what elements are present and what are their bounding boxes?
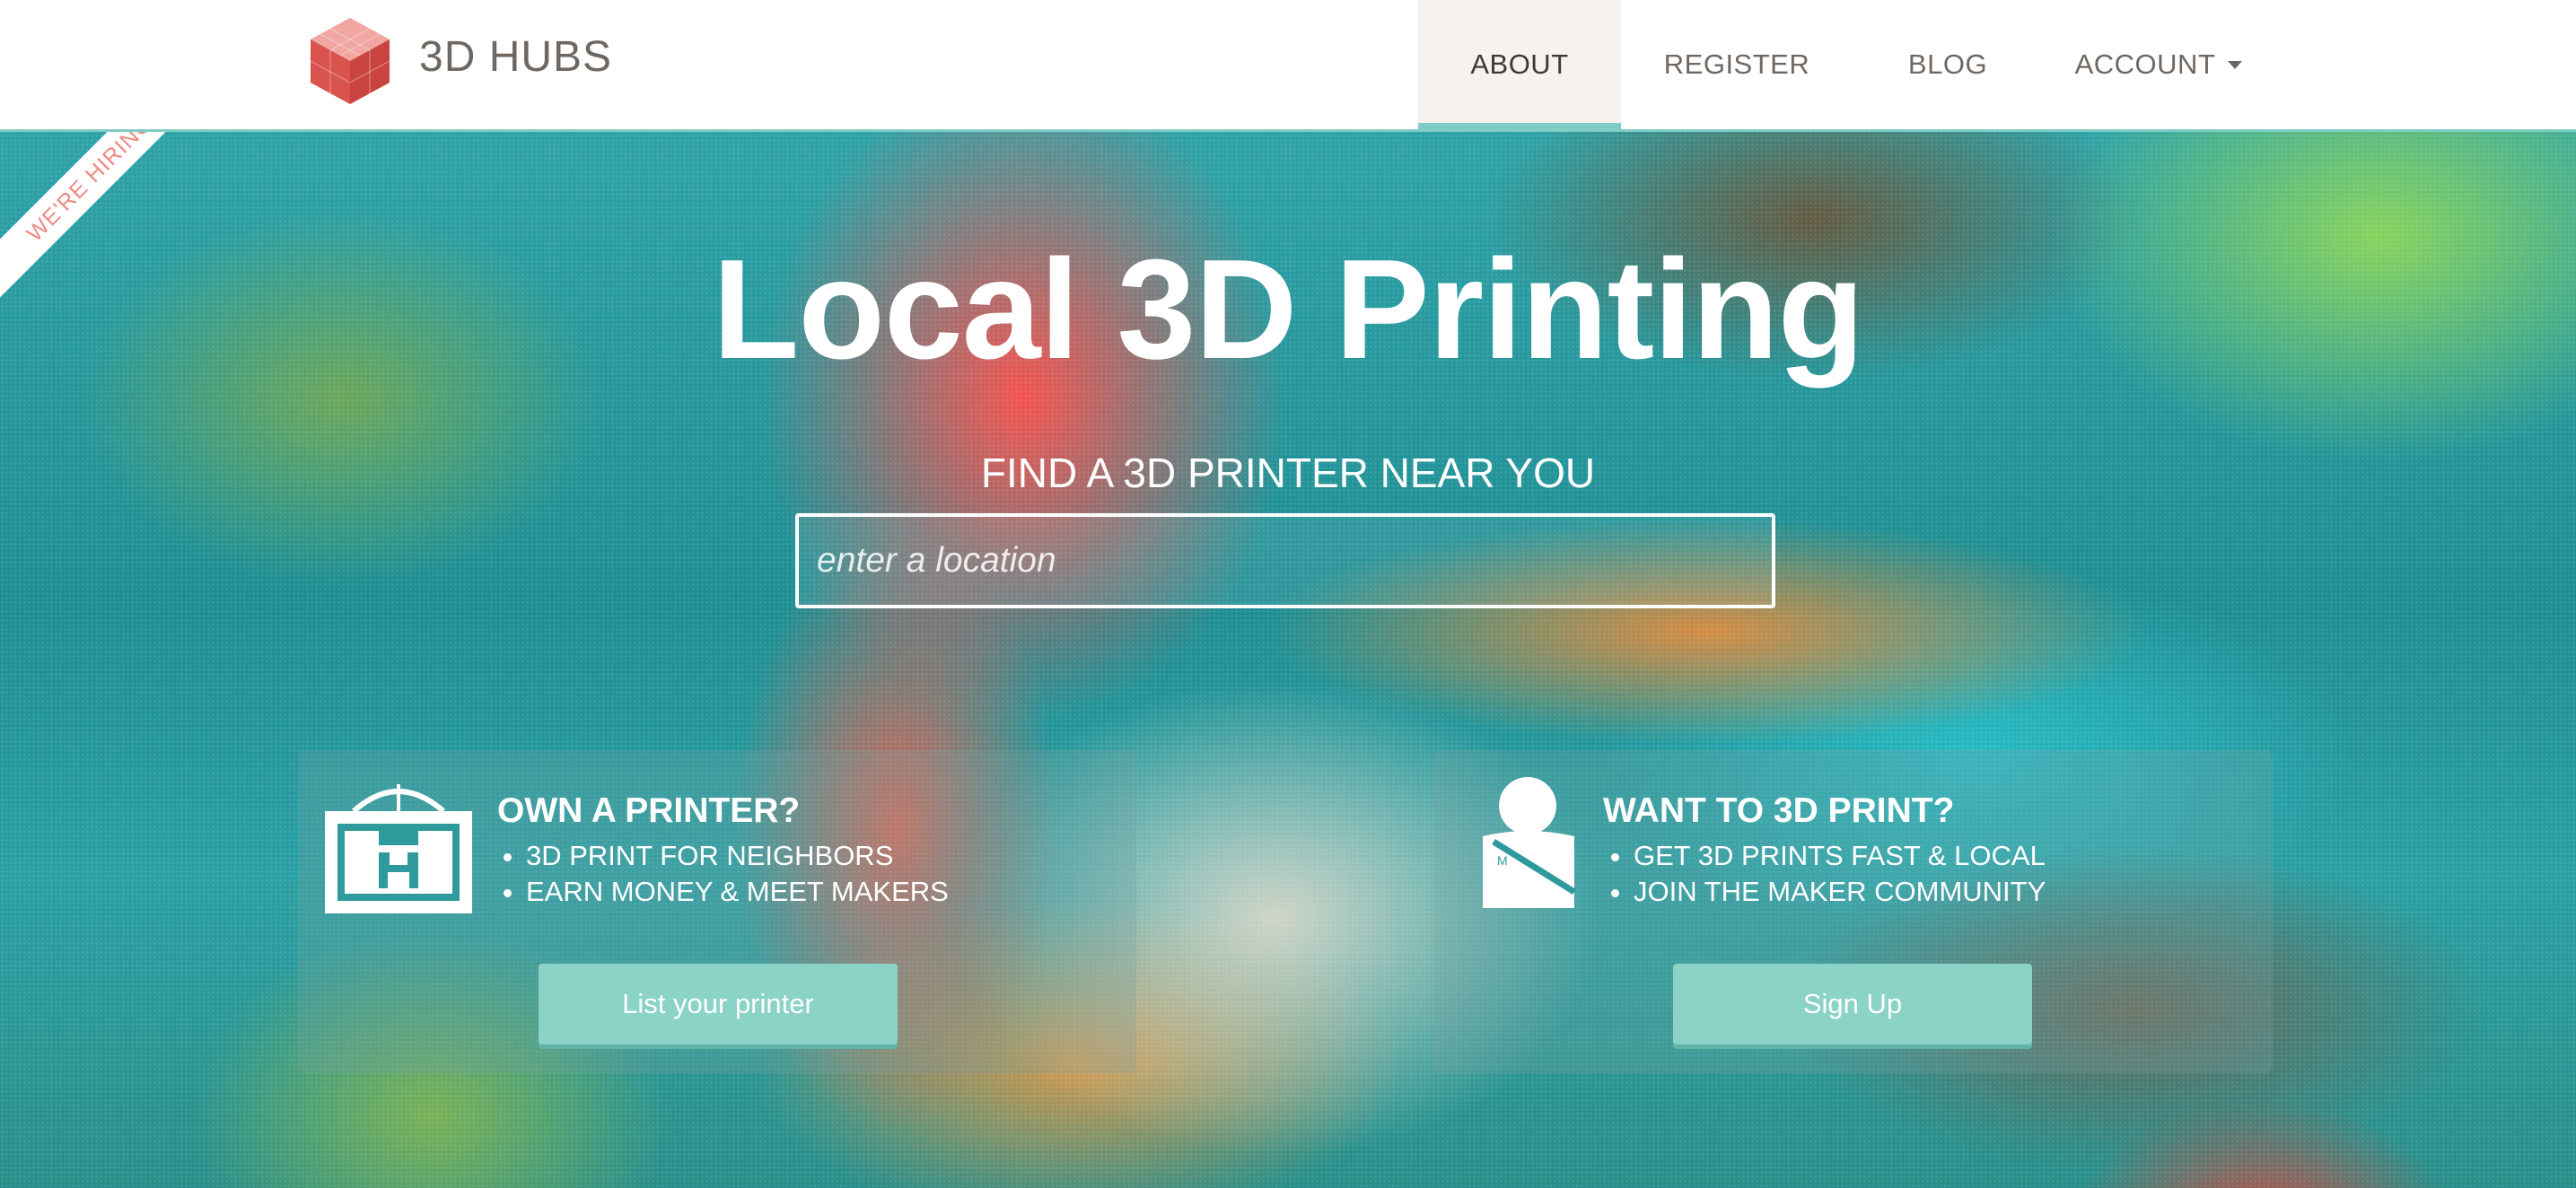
nav-account-dropdown[interactable]: ACCOUNT [2055, 0, 2262, 129]
maker-person-icon: M [1483, 777, 1576, 908]
list-item: JOIN THE MAKER COMMUNITY [1634, 874, 2046, 910]
printer-icon [325, 784, 472, 913]
feature-list: GET 3D PRINTS FAST & LOCAL JOIN THE MAKE… [1603, 838, 2046, 910]
hero-title: Local 3D Printing [712, 231, 1864, 389]
list-your-printer-button[interactable]: List your printer [539, 964, 898, 1044]
list-item: EARN MONEY & MEET MAKERS [526, 874, 949, 910]
brand-name[interactable]: 3D HUBS [419, 32, 612, 82]
list-item: GET 3D PRINTS FAST & LOCAL [1634, 838, 2046, 874]
want-to-print-card: M WANT TO 3D PRINT? GET 3D PRINTS FAST &… [1434, 750, 2273, 1073]
top-navigation-bar: 3D HUBS ABOUT REGISTER BLOG ACCOUNT [0, 0, 2576, 132]
location-search-input[interactable] [795, 513, 1775, 608]
own-printer-card: OWN A PRINTER? 3D PRINT FOR NEIGHBORS EA… [298, 750, 1136, 1073]
caret-down-icon [2228, 60, 2243, 69]
nav-about-label: ABOUT [1470, 48, 1569, 80]
nav-account-label: ACCOUNT [2074, 48, 2216, 80]
card-title: WANT TO 3D PRINT? [1603, 791, 1955, 830]
nav-register-label: REGISTER [1663, 48, 1810, 80]
nav-blog[interactable]: BLOG [1885, 0, 2011, 129]
list-item: 3D PRINT FOR NEIGHBORS [526, 838, 949, 874]
card-title: OWN A PRINTER? [497, 791, 801, 830]
nav-about[interactable]: ABOUT [1418, 0, 1621, 132]
nav-blog-label: BLOG [1907, 48, 1988, 80]
cube-mosaic-icon[interactable] [296, 16, 404, 106]
nav-register[interactable]: REGISTER [1643, 0, 1831, 129]
svg-text:M: M [1497, 853, 1508, 868]
sign-up-button[interactable]: Sign Up [1673, 964, 2032, 1044]
feature-list: 3D PRINT FOR NEIGHBORS EARN MONEY & MEET… [495, 838, 949, 910]
hero-subtitle: FIND A 3D PRINTER NEAR YOU [980, 450, 1596, 496]
